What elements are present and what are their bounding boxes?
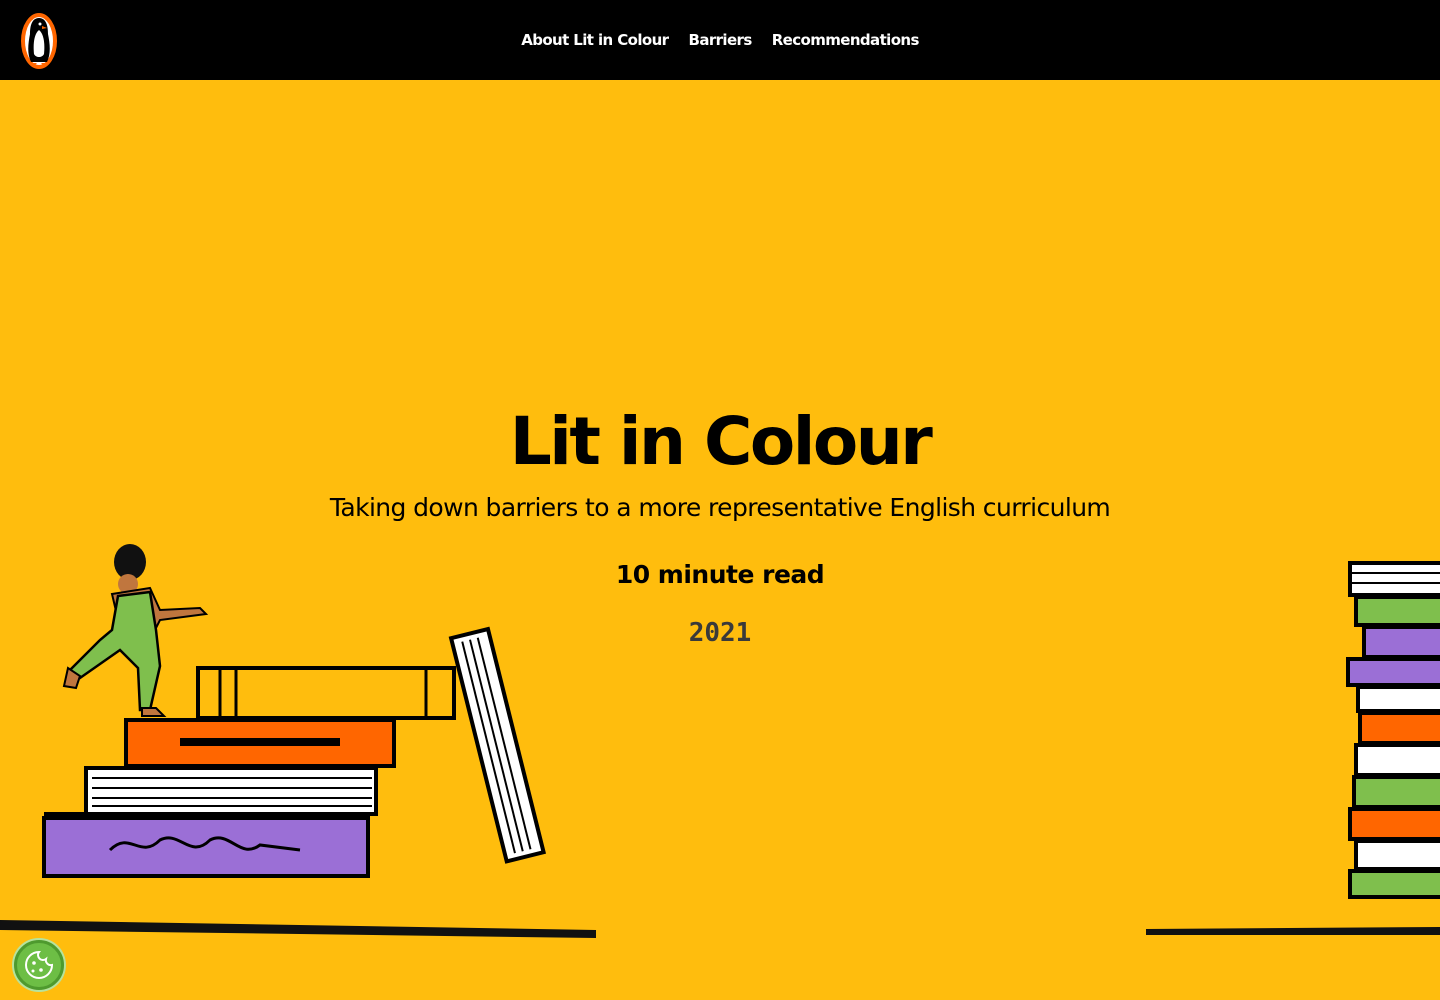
main-nav: About Lit in Colour Barriers Recommendat… <box>0 0 1440 80</box>
page-subtitle: Taking down barriers to a more represent… <box>329 493 1111 522</box>
girl-figure <box>62 544 209 717</box>
cookie-settings-button[interactable] <box>14 940 64 990</box>
nav-barriers[interactable]: Barriers <box>688 31 752 49</box>
cookie-icon <box>25 950 54 979</box>
book-stack-illustration <box>1146 561 1440 935</box>
page-title: Lit in Colour <box>509 403 933 480</box>
top-navigation-bar: About Lit in Colour Barriers Recommendat… <box>0 0 1440 80</box>
nav-about[interactable]: About Lit in Colour <box>521 31 669 49</box>
nav-recommendations[interactable]: Recommendations <box>772 31 920 49</box>
girl-climbing-books-illustration <box>0 544 596 938</box>
